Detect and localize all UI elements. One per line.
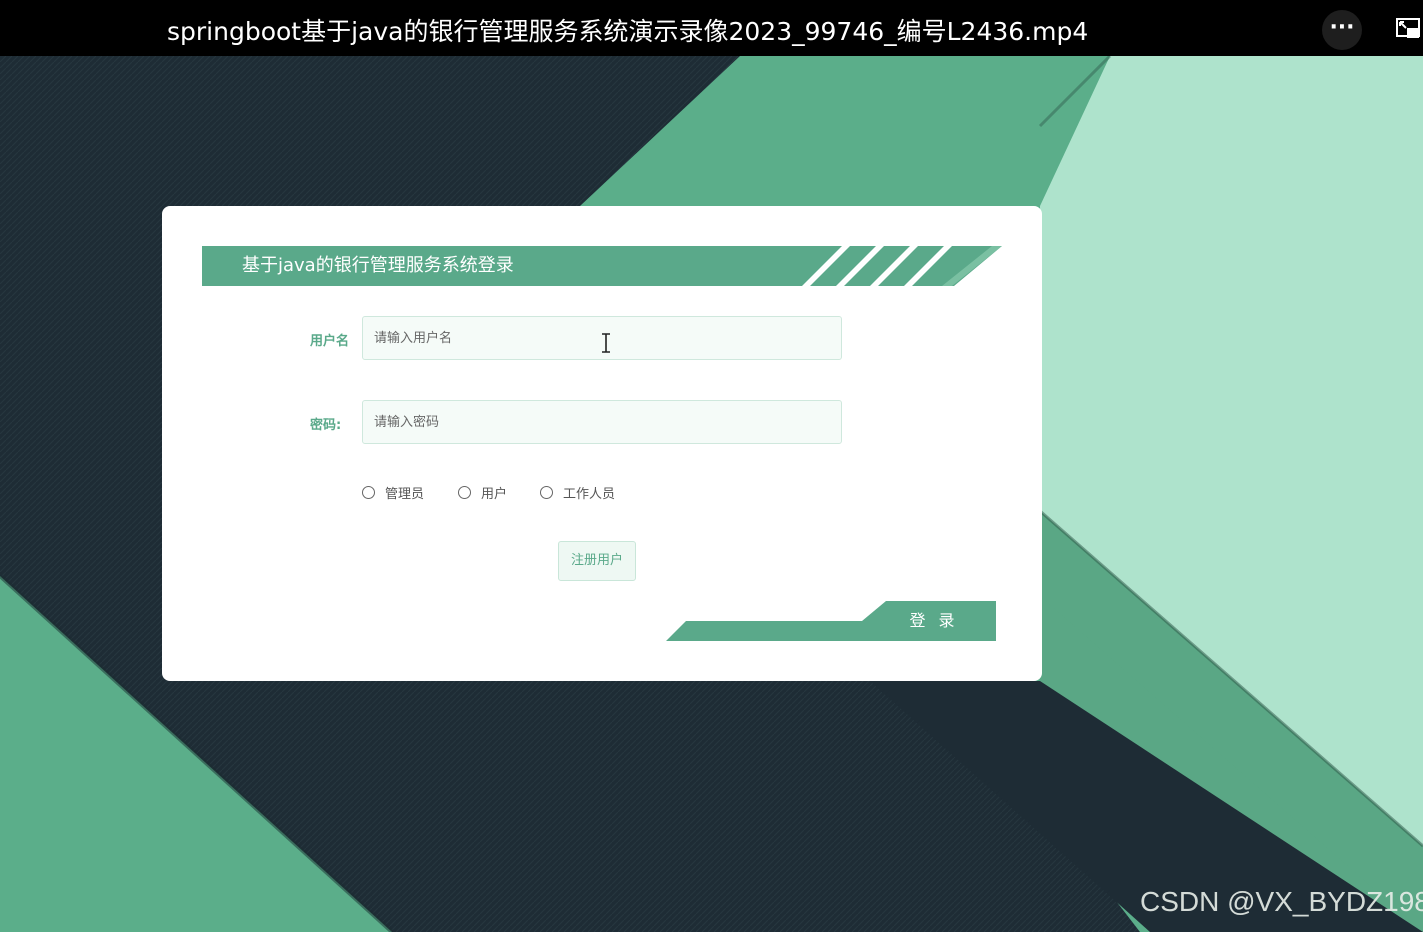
password-label: 密码: <box>310 418 342 433</box>
register-button[interactable]: 注册用户 <box>558 541 636 581</box>
more-icon: ··· <box>1329 15 1355 40</box>
login-card: 基于java的银行管理服务系统登录 用户名 密码: 管理员 用户 工作人员 注册… <box>162 206 1042 681</box>
role-label-admin: 管理员 <box>385 486 425 502</box>
role-radio-staff[interactable]: 工作人员 <box>540 484 616 502</box>
role-radio-admin[interactable]: 管理员 <box>362 484 425 502</box>
radio-circle-icon <box>540 485 553 499</box>
role-radio-user[interactable]: 用户 <box>458 484 508 502</box>
watermark: CSDN @VX_BYDZ1988 <box>1140 886 1423 917</box>
login-button[interactable]: 登 录 <box>902 601 966 641</box>
role-label-staff: 工作人员 <box>563 486 616 502</box>
role-label-user: 用户 <box>481 486 508 502</box>
password-input[interactable] <box>362 400 842 444</box>
system-title: 基于java的银行管理服务系统登录 <box>242 255 514 276</box>
username-label: 用户名 <box>310 334 350 349</box>
radio-circle-icon <box>362 485 375 499</box>
video-title: springboot基于java的银行管理服务系统演示录像2023_99746_… <box>167 17 1089 46</box>
text-cursor-icon <box>602 333 610 353</box>
more-options-button[interactable]: ··· <box>1322 10 1362 50</box>
player-title-bar: springboot基于java的银行管理服务系统演示录像2023_99746_… <box>0 0 1423 56</box>
pip-icon[interactable] <box>1396 18 1420 40</box>
radio-circle-icon <box>458 485 471 499</box>
